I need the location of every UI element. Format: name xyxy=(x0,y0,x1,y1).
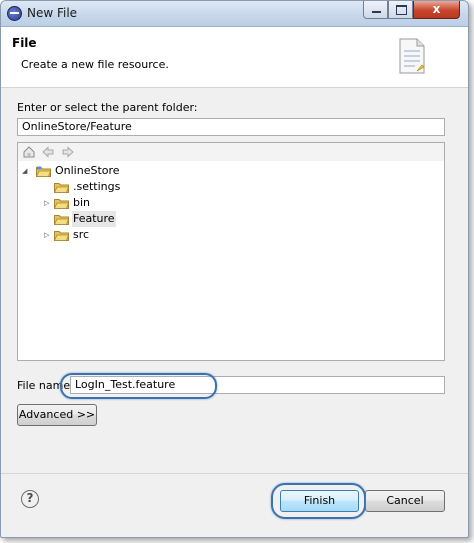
file-name-highlight xyxy=(60,373,217,399)
home-icon[interactable] xyxy=(22,145,36,159)
advanced-button[interactable]: Advanced >> xyxy=(17,404,97,426)
close-icon: x xyxy=(432,2,441,16)
window-right-edge xyxy=(459,142,468,472)
minimize-button[interactable] xyxy=(363,1,388,19)
page-description: Create a new file resource. xyxy=(21,58,169,71)
eclipse-icon xyxy=(7,6,22,21)
window-title: New File xyxy=(27,6,78,20)
wizard-header: File Create a new file resource. xyxy=(1,27,468,88)
tree-node-label: bin xyxy=(73,196,91,209)
parent-folder-label: Enter or select the parent folder: xyxy=(17,101,198,114)
finish-highlight xyxy=(271,483,366,519)
folder-icon xyxy=(54,215,69,225)
new-file-wizard-icon xyxy=(399,38,425,74)
tree-node-label: OnlineStore xyxy=(55,164,120,177)
page-title: File xyxy=(12,36,37,50)
maximize-button[interactable] xyxy=(388,1,413,19)
folder-tree[interactable]: ◢ OnlineStore .settings ▷ bin Feature ▷ … xyxy=(17,142,445,361)
folder-icon xyxy=(54,199,69,209)
separator xyxy=(1,473,468,474)
expand-triangle-icon[interactable]: ▷ xyxy=(44,227,52,243)
help-icon[interactable]: ? xyxy=(21,490,39,508)
collapse-triangle-icon[interactable]: ◢ xyxy=(22,163,30,179)
tree-node-label: .settings xyxy=(73,180,121,193)
forward-arrow-icon[interactable] xyxy=(61,145,75,159)
tree-node-label: src xyxy=(73,228,90,241)
folder-icon xyxy=(54,231,69,241)
cancel-button[interactable]: Cancel xyxy=(365,490,445,512)
back-arrow-icon[interactable] xyxy=(41,145,55,159)
new-file-dialog: New File x File Create a new file resour… xyxy=(0,0,469,538)
tree-toolbar xyxy=(18,143,444,161)
project-folder-icon xyxy=(36,166,51,177)
expand-triangle-icon[interactable]: ▷ xyxy=(44,195,52,211)
parent-folder-input[interactable]: OnlineStore/Feature xyxy=(17,118,445,136)
folder-icon xyxy=(54,183,69,193)
title-bar[interactable]: New File x xyxy=(1,1,468,27)
tree-node-label-selected: Feature xyxy=(72,211,116,227)
close-button[interactable]: x xyxy=(413,1,460,19)
